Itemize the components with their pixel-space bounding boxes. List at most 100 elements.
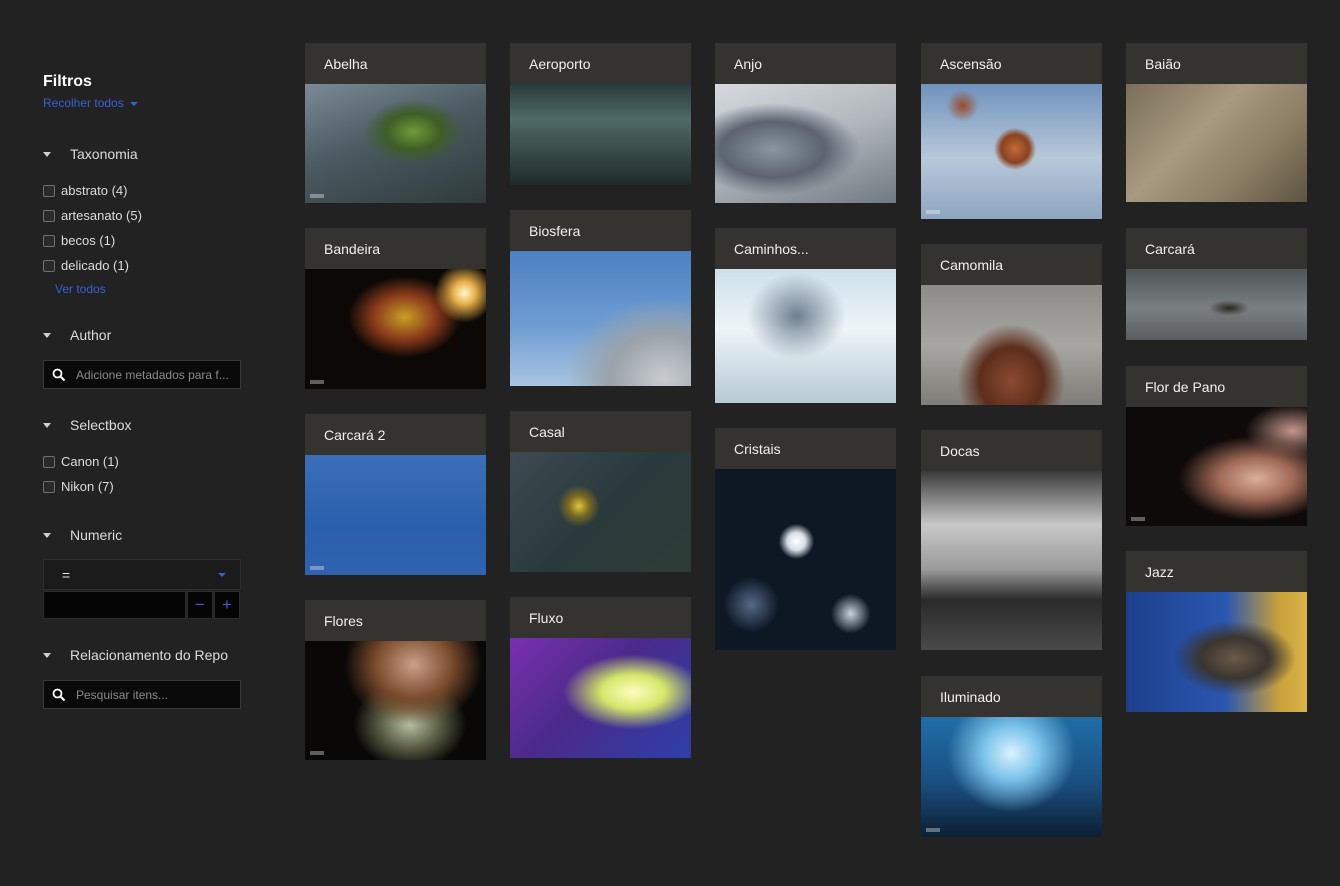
author-search-placeholder: Adicione metadados para f... <box>76 367 229 382</box>
collapse-all-link[interactable]: Recolher todos <box>43 96 241 110</box>
item-title: Baião <box>1145 55 1181 72</box>
item-card-flor-de-pano[interactable]: Flor de Pano <box>1126 366 1307 526</box>
item-card-jazz[interactable]: Jazz <box>1126 551 1307 712</box>
item-thumbnail <box>715 84 896 203</box>
filters-title: Filtros <box>43 73 92 90</box>
taxonomy-option[interactable]: delicado (1) <box>43 253 241 278</box>
item-card-baiao[interactable]: Baião <box>1126 43 1307 202</box>
item-thumbnail <box>305 455 486 575</box>
see-all-link[interactable]: Ver todos <box>55 282 106 296</box>
selectbox-option[interactable]: Canon (1) <box>43 449 241 474</box>
item-card-abelha[interactable]: Abelha <box>305 43 486 203</box>
item-title: Camomila <box>940 256 1004 273</box>
chevron-down-icon <box>218 573 226 577</box>
item-card-bandeira[interactable]: Bandeira <box>305 228 486 389</box>
item-card-cristais[interactable]: Cristais <box>715 428 896 650</box>
selectbox-filter: Selectbox Canon (1) Nikon (7) <box>43 415 241 499</box>
relationship-search-input[interactable]: Pesquisar itens... <box>43 680 241 709</box>
item-card-ascensao[interactable]: Ascensão <box>921 43 1102 219</box>
numeric-operator-value: = <box>62 566 71 583</box>
taxonomy-option-label: delicado (1) <box>61 258 129 273</box>
numeric-filter: Numeric = − + <box>43 525 241 619</box>
item-card-caminhos[interactable]: Caminhos... <box>715 228 896 403</box>
caret-down-icon <box>43 422 51 428</box>
numeric-value-row: − + <box>43 591 241 619</box>
item-thumbnail <box>921 84 1102 219</box>
relationship-filter-toggle[interactable]: Relacionamento do Repo <box>43 645 241 665</box>
item-thumbnail <box>510 452 691 572</box>
author-search-input[interactable]: Adicione metadados para f... <box>43 360 241 389</box>
increment-button[interactable]: + <box>214 591 240 619</box>
caret-down-icon <box>43 332 51 338</box>
item-title: Flores <box>324 612 363 629</box>
numeric-operator-select[interactable]: = <box>43 559 241 590</box>
item-title: Docas <box>940 442 980 459</box>
selectbox-option[interactable]: Nikon (7) <box>43 474 241 499</box>
item-card-camomila[interactable]: Camomila <box>921 244 1102 405</box>
taxonomy-option-label: becos (1) <box>61 233 116 248</box>
item-title: Casal <box>529 423 565 440</box>
checkbox[interactable] <box>43 259 55 272</box>
item-thumbnail <box>921 717 1102 837</box>
item-thumbnail <box>921 471 1102 650</box>
item-title: Jazz <box>1145 563 1174 580</box>
author-filter-toggle[interactable]: Author <box>43 325 241 345</box>
selectbox-filter-toggle[interactable]: Selectbox <box>43 415 241 435</box>
checkbox[interactable] <box>43 209 55 222</box>
filters-sidebar: Filtros Recolher todos Taxonomia abstrat… <box>43 72 241 709</box>
numeric-value-input[interactable] <box>43 591 186 619</box>
numeric-filter-toggle[interactable]: Numeric <box>43 525 241 545</box>
item-title: Aeroporto <box>529 55 591 72</box>
caret-down-icon <box>43 151 51 157</box>
decrement-button[interactable]: − <box>187 591 213 619</box>
author-filter-label: Author <box>70 327 112 343</box>
author-filter: Author Adicione metadados para f... <box>43 325 241 389</box>
collapse-all-label: Recolher todos <box>43 96 124 110</box>
item-title: Caminhos... <box>734 240 809 257</box>
taxonomy-option[interactable]: becos (1) <box>43 228 241 253</box>
item-card-flores[interactable]: Flores <box>305 600 486 760</box>
item-card-aeroporto[interactable]: Aeroporto <box>510 43 691 185</box>
item-thumbnail <box>510 251 691 386</box>
taxonomy-option[interactable]: abstrato (4) <box>43 178 241 203</box>
taxonomy-filter: Taxonomia abstrato (4) artesanato (5) be… <box>43 144 241 298</box>
selectbox-option-label: Nikon (7) <box>61 479 114 494</box>
checkbox[interactable] <box>43 234 55 247</box>
item-card-biosfera[interactable]: Biosfera <box>510 210 691 386</box>
item-card-anjo[interactable]: Anjo <box>715 43 896 203</box>
taxonomy-filter-toggle[interactable]: Taxonomia <box>43 144 241 164</box>
item-title: Flor de Pano <box>1145 378 1226 395</box>
taxonomy-option-label: artesanato (5) <box>61 208 142 223</box>
item-card-carcara-2[interactable]: Carcará 2 <box>305 414 486 575</box>
checkbox[interactable] <box>43 480 55 493</box>
selectbox-option-label: Canon (1) <box>61 454 119 469</box>
search-icon <box>52 368 66 381</box>
relationship-filter-label: Relacionamento do Repo <box>70 647 228 663</box>
item-card-docas[interactable]: Docas <box>921 430 1102 650</box>
item-title: Fluxo <box>529 609 564 626</box>
checkbox[interactable] <box>43 455 55 468</box>
item-thumbnail <box>1126 84 1307 202</box>
item-thumbnail <box>510 84 691 185</box>
item-title: Ascensão <box>940 55 1002 72</box>
item-title: Biosfera <box>529 222 581 239</box>
item-thumbnail <box>715 469 896 650</box>
item-thumbnail <box>510 638 691 758</box>
item-card-casal[interactable]: Casal <box>510 411 691 572</box>
item-card-fluxo[interactable]: Fluxo <box>510 597 691 758</box>
item-title: Anjo <box>734 55 763 72</box>
caret-down-icon <box>129 101 138 106</box>
taxonomy-option[interactable]: artesanato (5) <box>43 203 241 228</box>
item-thumbnail <box>1126 269 1307 340</box>
selectbox-filter-label: Selectbox <box>70 417 132 433</box>
item-card-carcara[interactable]: Carcará <box>1126 228 1307 340</box>
item-card-iluminado[interactable]: Iluminado <box>921 676 1102 837</box>
relationship-search-placeholder: Pesquisar itens... <box>76 687 169 702</box>
checkbox[interactable] <box>43 184 55 197</box>
item-title: Carcará <box>1145 240 1195 257</box>
item-thumbnail <box>1126 407 1307 526</box>
search-icon <box>52 688 66 701</box>
caret-down-icon <box>43 532 51 538</box>
item-title: Abelha <box>324 55 368 72</box>
numeric-filter-label: Numeric <box>70 527 123 543</box>
